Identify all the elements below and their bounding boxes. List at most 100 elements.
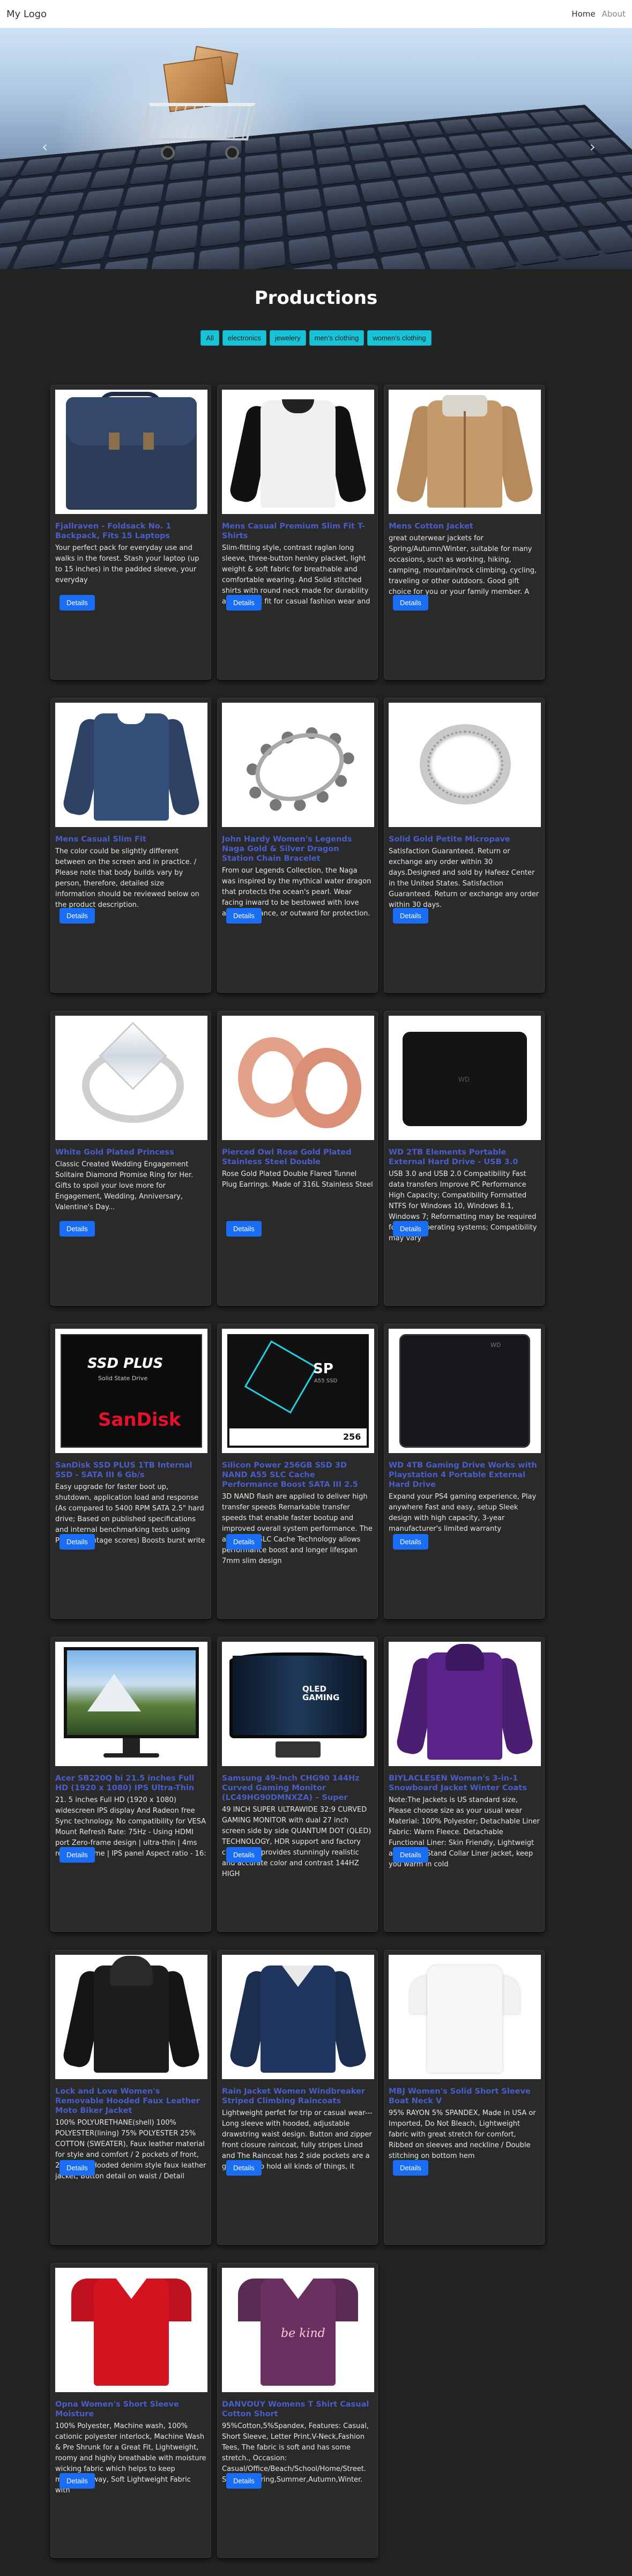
filter-jewelery-button[interactable]: jewelery [269,330,306,346]
product-description: great outerwear jackets for Spring/Autum… [389,534,537,596]
product-card: SSD PLUS Solid State Drive SanDisk SanDi… [50,1324,211,1619]
filter-electronics-button[interactable]: electronics [222,330,266,346]
product-title[interactable]: WD 2TB Elements Portable External Hard D… [389,1148,540,1167]
product-title[interactable]: Fjallraven - Foldsack No. 1 Backpack, Fi… [55,522,206,541]
details-button[interactable]: Details [226,2473,262,2489]
product-title[interactable]: Pierced Owl Rose Gold Plated Stainless S… [222,1148,373,1167]
filter-all-button[interactable]: All [200,330,219,346]
details-button[interactable]: Details [60,1847,95,1863]
keyboard-key [48,263,102,269]
product-title[interactable]: SanDisk SSD PLUS 1TB Internal SSD - SATA… [55,1461,206,1480]
details-button[interactable]: Details [393,908,428,924]
product-title[interactable]: Silicon Power 256GB SSD 3D NAND A55 SLC … [222,1461,373,1490]
keyboard-key [205,176,241,198]
product-title[interactable]: Mens Cotton Jacket [389,522,540,531]
details-button[interactable]: Details [226,1221,262,1237]
keyboard-key [154,225,198,252]
details-button[interactable]: Details [60,2160,95,2176]
product-card: Pierced Owl Rose Gold Plated Stainless S… [217,1011,378,1306]
details-button[interactable]: Details [60,1534,95,1550]
keyboard-key [493,211,541,237]
details-button[interactable]: Details [60,908,95,924]
product-image: SSD PLUS Solid State Drive SanDisk [55,1329,207,1453]
details-button[interactable]: Details [60,1221,95,1237]
details-button[interactable]: Details [226,1534,262,1550]
filter-womens-clothing-button[interactable]: women's clothing [367,330,432,346]
keyboard-key [383,140,419,158]
filter-mens-clothing-button[interactable]: men's clothing [309,330,365,346]
nav-links: Home About [571,9,626,19]
hero-carousel: ‹ › [0,28,632,269]
details-button[interactable]: Details [60,2473,95,2489]
product-title[interactable]: Lock and Love Women's Removable Hooded F… [55,2087,206,2116]
keyboard-key [448,133,486,151]
product-card: WD WD 4TB Gaming Drive Works with Playst… [384,1324,545,1619]
product-image [389,1955,541,2079]
logo[interactable]: My Logo [6,9,47,20]
keyboard-key [284,188,322,212]
product-description: Classic Created Wedding Engagement Solit… [55,1160,194,1211]
details-button[interactable]: Details [393,1534,428,1550]
product-title[interactable]: BIYLACLESEN Women's 3-in-1 Snowboard Jac… [389,1774,540,1793]
wd-gaming-logo: WD [490,1342,501,1349]
keyboard-key [99,257,149,269]
navbar: My Logo Home About [0,0,632,28]
product-card: Fjallraven - Foldsack No. 1 Backpack, Fi… [50,385,211,680]
product-description: The color could be slightly different be… [55,847,199,909]
product-title[interactable]: John Hardy Women's Legends Naga Gold & S… [222,835,373,863]
product-title[interactable]: WD 4TB Gaming Drive Works with Playstati… [389,1461,540,1490]
details-button[interactable]: Details [60,595,95,611]
details-button[interactable]: Details [226,908,262,924]
keyboard-key [405,197,448,221]
product-card: QLED GAMING Samsung 49-Inch CHG90 144Hz … [217,1637,378,1932]
product-description: Your perfect pack for everyday use and w… [55,544,199,584]
page-title: Productions [254,287,378,309]
product-title[interactable]: Opna Women's Short Sleeve Moisture [55,2400,206,2419]
product-card: Mens Casual Slim Fit The color could be … [50,698,211,993]
product-card: Solid Gold Petite Micropave Satisfaction… [384,698,545,993]
details-button[interactable]: Details [393,595,428,611]
chevron-left-icon[interactable]: ‹ [42,138,48,155]
keyboard-key [25,215,75,241]
product-title[interactable]: White Gold Plated Princess [55,1148,206,1157]
product-title[interactable]: Mens Casual Premium Slim Fit T-Shirts [222,522,373,541]
monitor-screen-text: QLED GAMING [302,1684,340,1702]
details-button[interactable]: Details [226,2160,262,2176]
sp-capacity: 256 [343,1432,361,1442]
product-title[interactable]: Mens Casual Slim Fit [55,835,206,844]
product-card: Acer SB220Q bi 21.5 inches Full HD (1920… [50,1637,211,1932]
details-button[interactable]: Details [226,1847,262,1863]
keyboard-key [244,215,284,242]
keyboard-key [0,196,43,221]
product-description: 49 INCH SUPER ULTRAWIDE 32:9 CURVED GAMI… [222,1806,371,1878]
product-title[interactable]: DANVOUY Womens T Shirt Casual Cotton Sho… [222,2400,373,2419]
keyboard-key [413,220,460,248]
details-button[interactable]: Details [393,1847,428,1863]
keyboard-key [165,180,203,202]
nav-link-home[interactable]: Home [571,9,595,19]
details-button[interactable]: Details [393,1221,428,1237]
keyboard-key [360,180,400,203]
keyboard-key [71,210,118,236]
keyboard-key [280,150,315,169]
keyboard-key [0,220,32,247]
details-button[interactable]: Details [393,2160,428,2176]
wd-logo: WD [458,1076,470,1083]
product-title[interactable]: Rain Jacket Women Windbreaker Striped Cl… [222,2087,373,2106]
product-title[interactable]: Samsung 49-Inch CHG90 144Hz Curved Gamin… [222,1774,373,1803]
tee-print-text: be kind [281,2327,325,2340]
keyboard-key [108,230,155,258]
nav-link-about[interactable]: About [602,9,626,19]
keyboard-key [377,124,412,141]
details-button[interactable]: Details [226,595,262,611]
cart-wheel [161,146,175,160]
product-title[interactable]: Acer SB220Q bi 21.5 inches Full HD (1920… [55,1774,206,1793]
product-image [222,390,374,514]
chevron-right-icon[interactable]: › [590,138,596,155]
keyboard-key [480,131,518,148]
product-title[interactable]: Solid Gold Petite Micropave [389,835,540,844]
keyboard-key [98,150,136,169]
product-image [389,1642,541,1766]
product-title[interactable]: MBJ Women's Solid Short Sleeve Boat Neck… [389,2087,540,2106]
product-card: WD WD 2TB Elements Portable External Har… [384,1011,545,1306]
